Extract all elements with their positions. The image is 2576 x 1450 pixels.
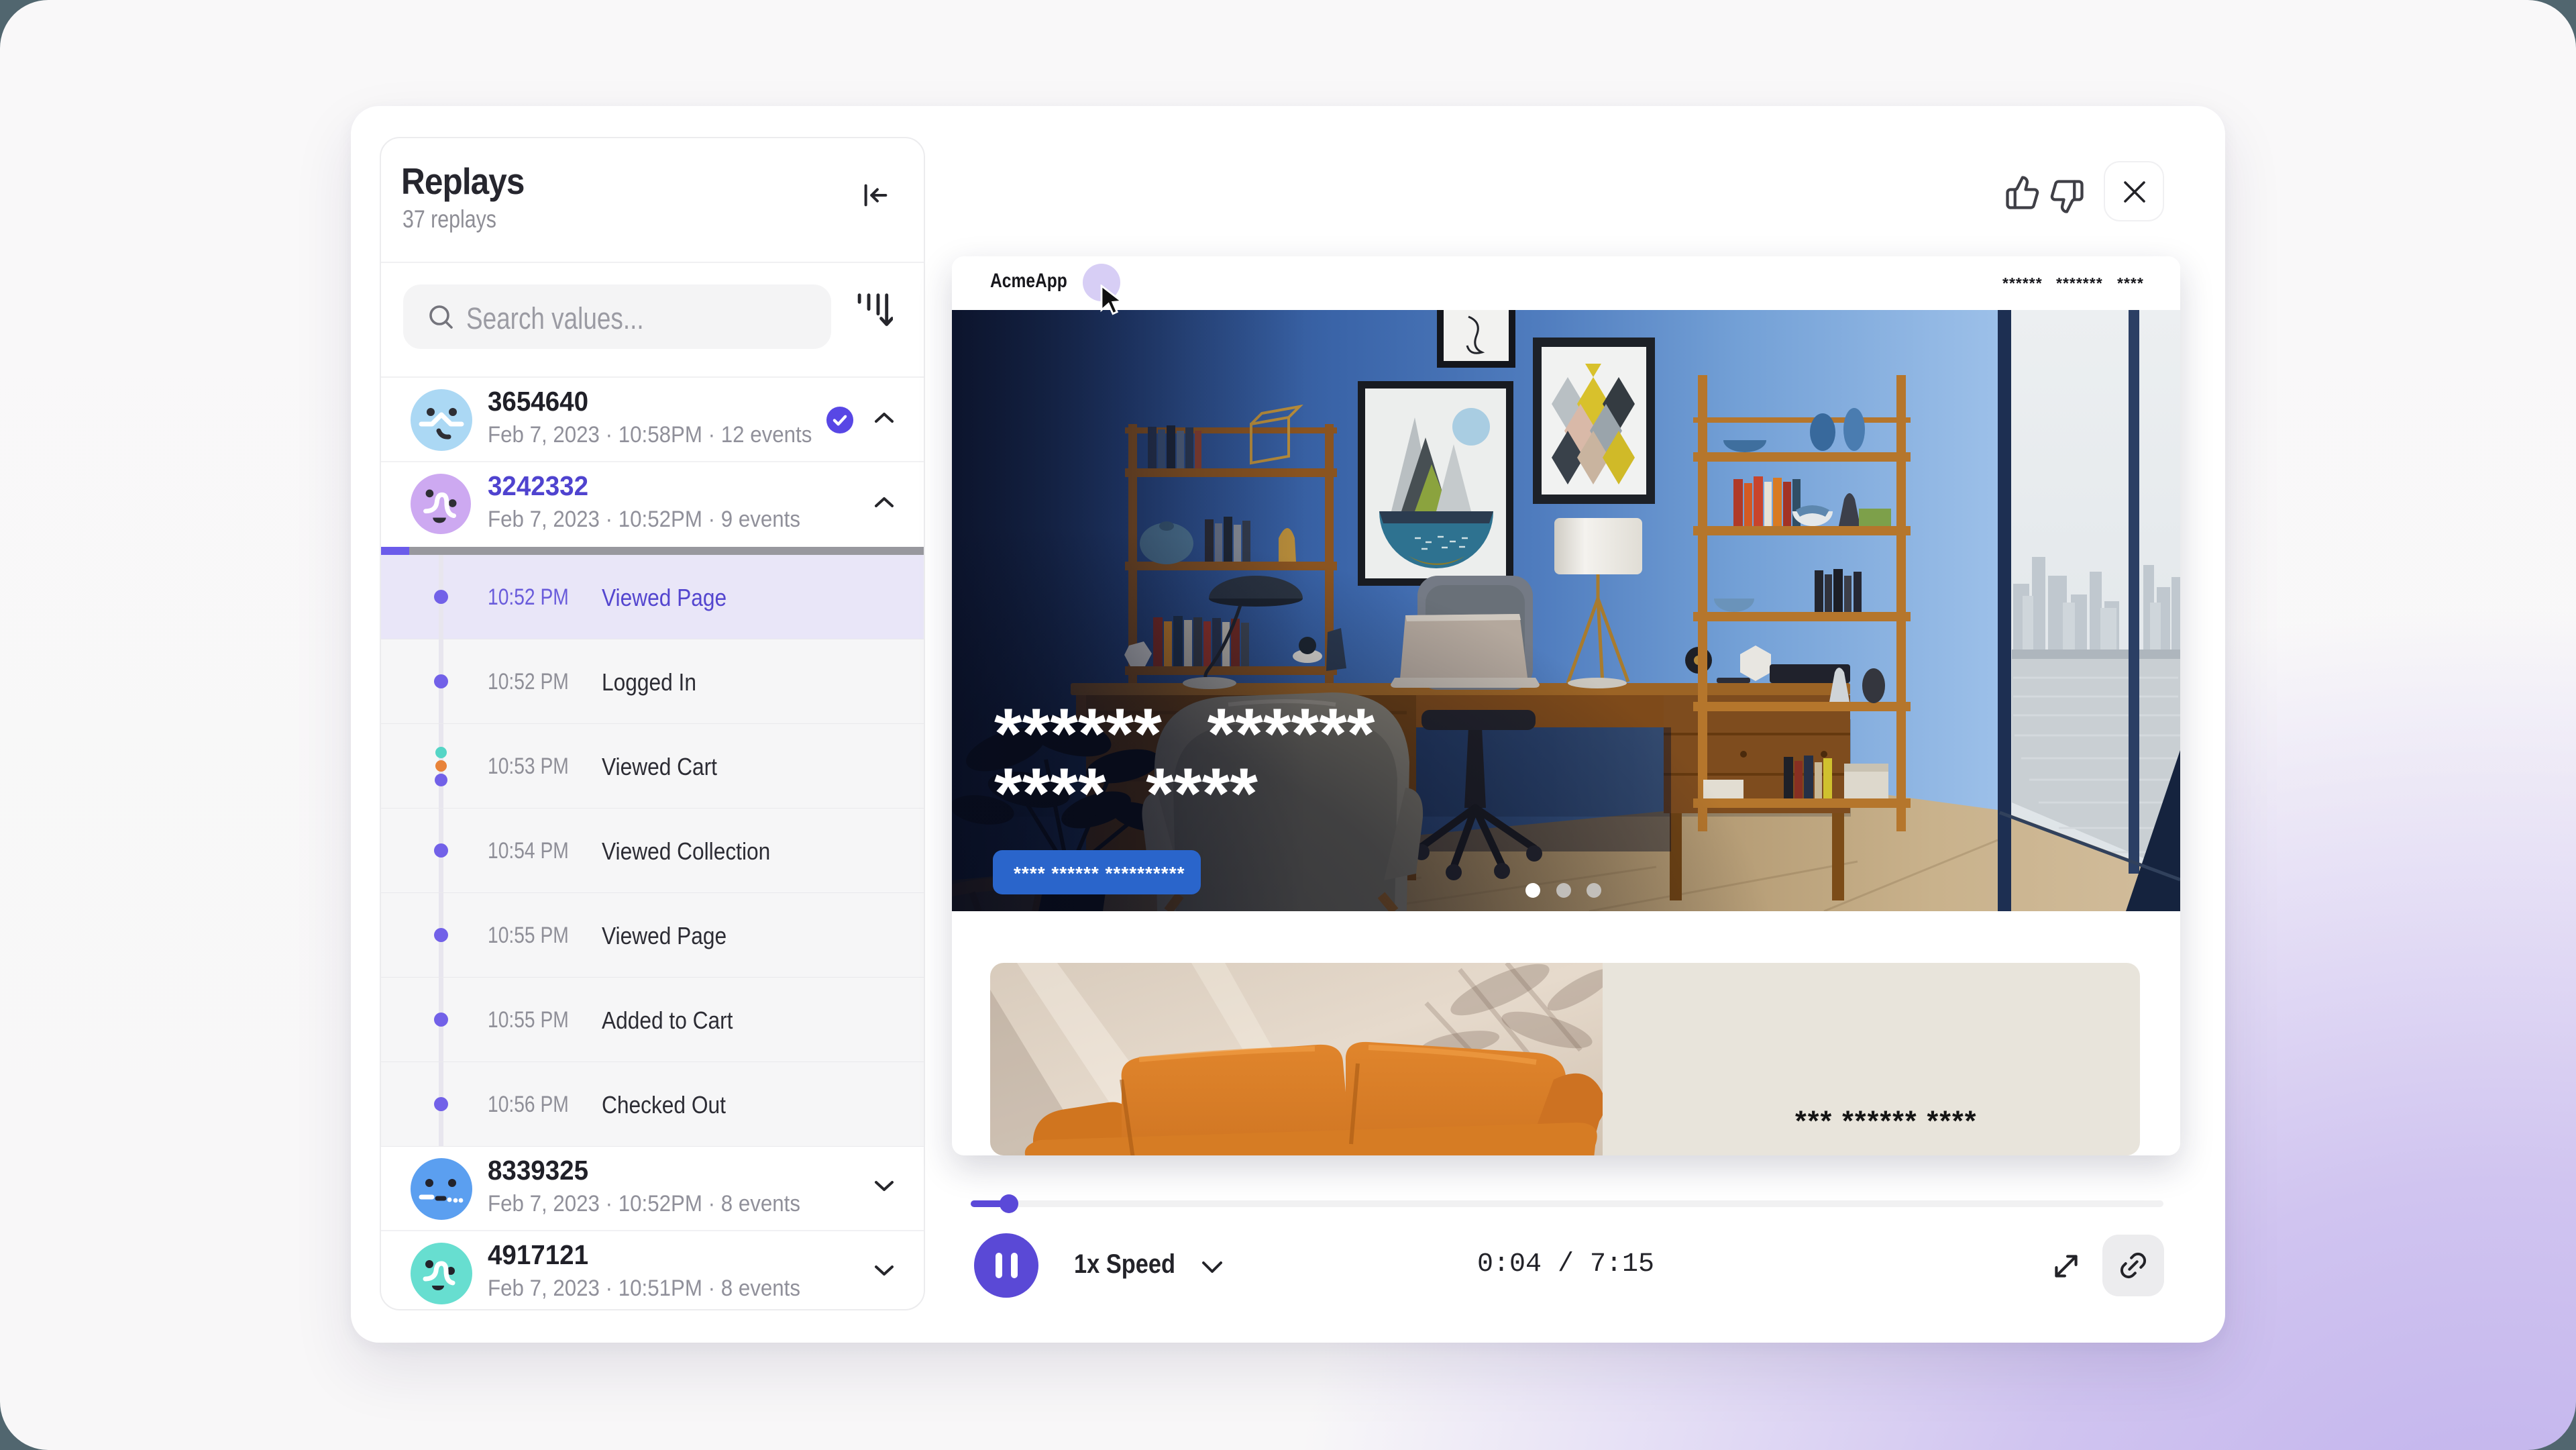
svg-text:*** ****** ****: *** ****** ****: [1795, 1105, 1977, 1137]
svg-text:**** ****: **** ****: [994, 753, 1258, 833]
svg-text:**** ****** **********: **** ****** **********: [1014, 863, 1185, 884]
